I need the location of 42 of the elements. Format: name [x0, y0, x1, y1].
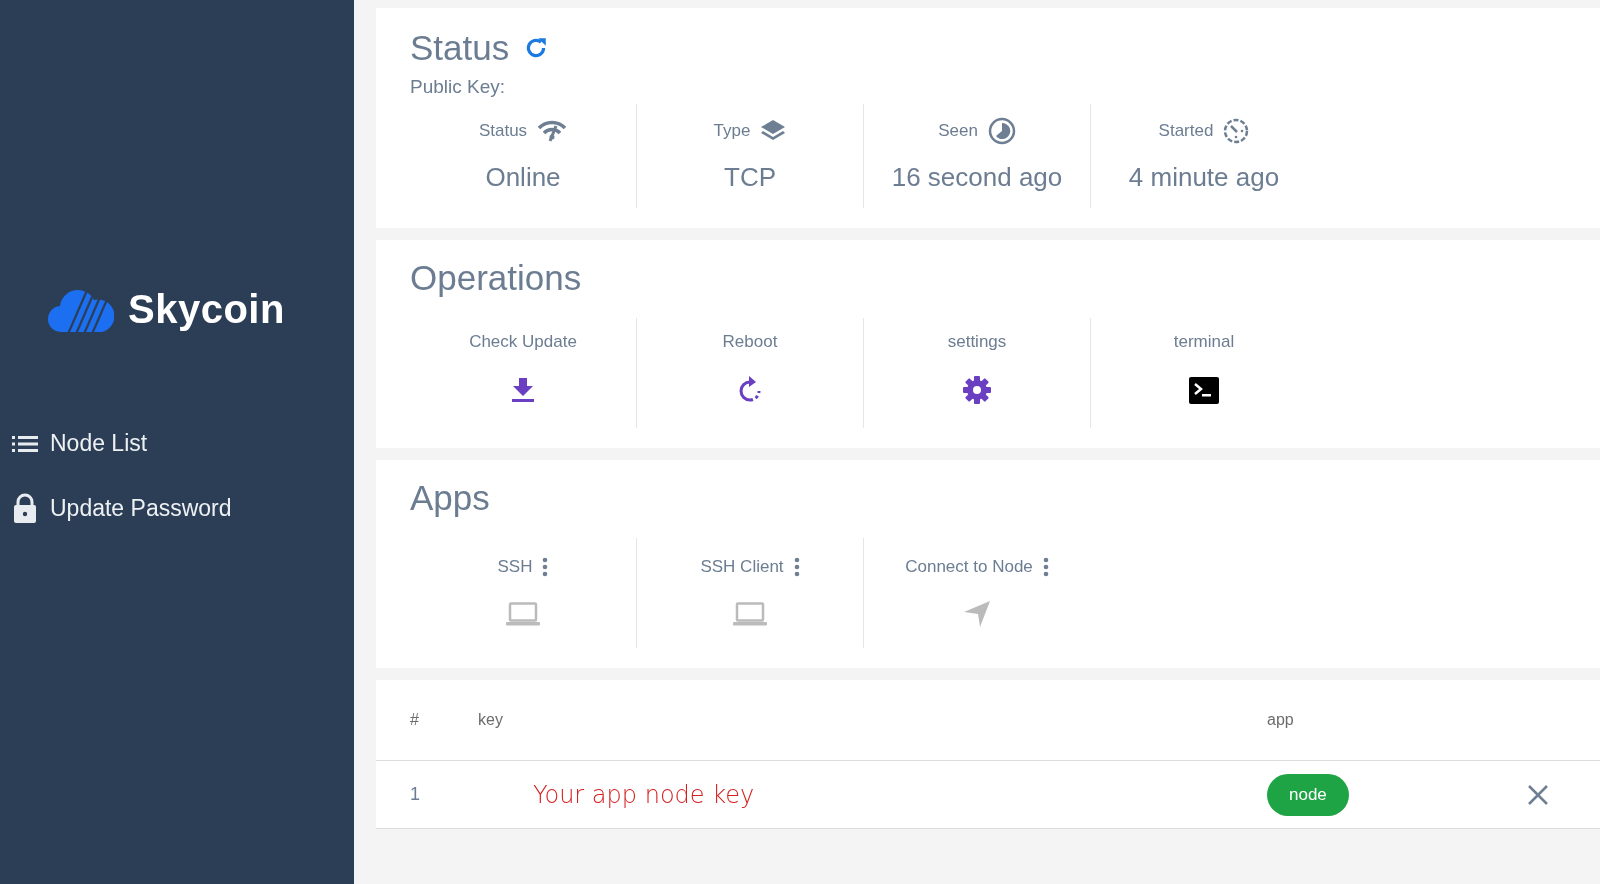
close-icon[interactable]	[1527, 783, 1549, 806]
stat-value: Online	[485, 162, 561, 193]
section-title: Operations	[410, 257, 583, 298]
node-key: Your app node key	[478, 780, 1267, 809]
column-header: app	[1267, 711, 1295, 729]
more-icon[interactable]	[542, 557, 549, 577]
row-index: 1	[410, 784, 421, 805]
app-label: Connect to Node	[905, 557, 1033, 577]
app-tag: node	[1267, 773, 1349, 816]
app-label: SSH	[497, 557, 533, 577]
operation-label: terminal	[1173, 332, 1235, 352]
clock-icon	[987, 117, 1016, 145]
public-key-label: Public Key:	[410, 76, 507, 98]
stat-label: Started	[1158, 121, 1214, 141]
reboot-icon[interactable]	[737, 376, 763, 404]
column-header: #	[410, 711, 420, 729]
stat-label: Type	[713, 121, 751, 141]
app-label: SSH Client	[700, 557, 784, 577]
terminal-icon[interactable]	[1189, 376, 1219, 404]
operation-label: Check Update	[469, 332, 577, 352]
timer-icon	[1223, 118, 1250, 144]
wifi-icon	[537, 120, 568, 142]
more-icon[interactable]	[793, 557, 800, 577]
stat-label: Status	[478, 121, 528, 141]
section-title: Apps	[410, 477, 491, 518]
nav-link[interactable]: Node List	[0, 430, 354, 457]
operation-label: Reboot	[722, 332, 778, 352]
stat-value: TCP	[724, 162, 776, 193]
stat-label: Seen	[938, 121, 978, 141]
download-icon[interactable]	[512, 377, 534, 403]
list-icon	[12, 434, 38, 453]
stat-value: 16 second ago	[891, 162, 1063, 193]
layers-icon	[760, 119, 787, 143]
more-icon[interactable]	[1042, 557, 1049, 577]
lock-icon	[12, 493, 38, 523]
section-title: Status	[410, 28, 510, 68]
nav-link[interactable]: Update Password	[0, 493, 354, 523]
logo-text: Skycoin	[128, 286, 285, 332]
stat-value: 4 minute ago	[1128, 162, 1280, 193]
column-header: key	[478, 711, 504, 729]
operation-label: settings	[947, 332, 1007, 352]
settings-icon[interactable]	[962, 375, 992, 405]
